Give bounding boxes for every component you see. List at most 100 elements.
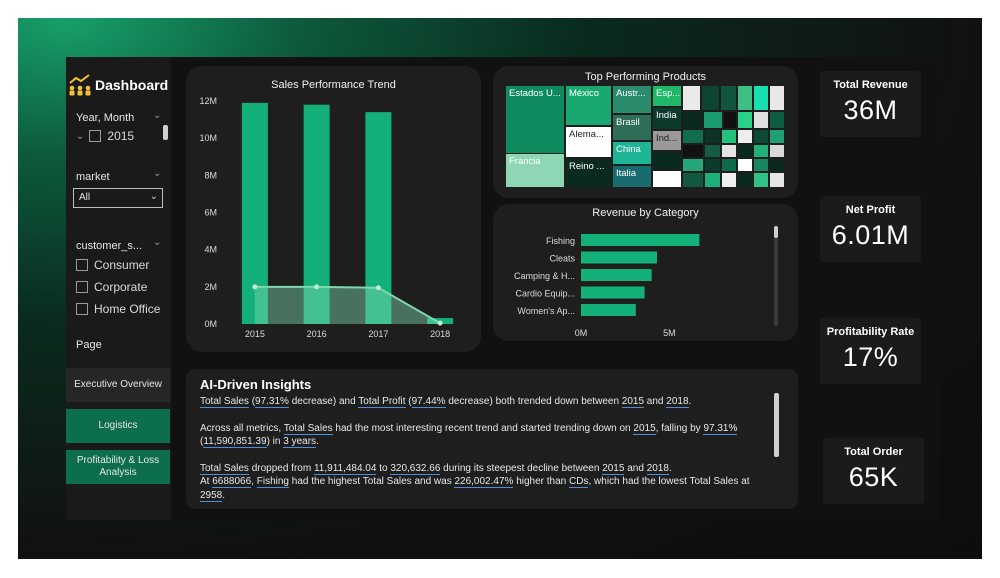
treemap-tile[interactable] bbox=[737, 158, 753, 172]
treemap-tile[interactable] bbox=[737, 172, 753, 188]
segment-option-consumer[interactable]: Consumer bbox=[76, 258, 149, 272]
treemap-tile[interactable] bbox=[652, 151, 682, 170]
treemap-tile[interactable] bbox=[682, 129, 704, 144]
treemap-tile[interactable] bbox=[753, 129, 769, 144]
value-link[interactable]: 11,590,851.39 bbox=[203, 436, 267, 448]
treemap-tile[interactable] bbox=[753, 158, 769, 172]
treemap-tile[interactable] bbox=[704, 158, 721, 172]
value-link[interactable]: 2958 bbox=[200, 489, 223, 502]
treemap-tile[interactable] bbox=[720, 85, 737, 111]
treemap-tile[interactable]: Reino ... bbox=[565, 158, 612, 188]
field-link[interactable]: Total Sales bbox=[200, 462, 249, 475]
value-link[interactable]: 320,632.66 bbox=[390, 462, 441, 475]
treemap-tile[interactable]: Brasil bbox=[612, 114, 652, 141]
treemap-tile[interactable] bbox=[737, 129, 753, 144]
treemap-tile[interactable] bbox=[769, 158, 785, 172]
value-link[interactable]: 2015 bbox=[602, 462, 625, 475]
treemap-tile[interactable]: Austr... bbox=[612, 85, 652, 114]
treemap-tile[interactable]: Esp... bbox=[652, 85, 682, 107]
treemap-tile[interactable] bbox=[721, 172, 737, 188]
value-link[interactable]: 2015 bbox=[633, 422, 656, 435]
treemap-tile[interactable] bbox=[721, 158, 737, 172]
treemap-tile[interactable] bbox=[723, 111, 737, 129]
treemap-tile[interactable]: India bbox=[652, 107, 682, 130]
chevron-down-icon[interactable]: ⌄ bbox=[153, 237, 161, 248]
field-link[interactable]: Total Sales bbox=[283, 422, 333, 435]
treemap-tile[interactable] bbox=[721, 144, 737, 158]
treemap-tile[interactable] bbox=[682, 172, 704, 188]
value-link[interactable]: 11,911,484.04 bbox=[313, 462, 377, 475]
value-link[interactable]: Fishing bbox=[256, 476, 289, 488]
treemap-tile[interactable]: Francia bbox=[505, 153, 565, 188]
dashboard-logo: Dashboard bbox=[66, 73, 171, 97]
treemap-tile[interactable] bbox=[682, 158, 704, 172]
checkbox[interactable] bbox=[76, 303, 88, 315]
value-link[interactable]: 97.44% bbox=[411, 396, 446, 408]
treemap-tile[interactable] bbox=[652, 170, 682, 188]
value-link[interactable]: 3 years bbox=[283, 436, 317, 448]
year-slicer-item[interactable]: ⌄ 2015 bbox=[76, 129, 134, 143]
chart-scrollbar-thumb[interactable] bbox=[774, 226, 778, 238]
treemap-tile[interactable] bbox=[753, 144, 769, 158]
treemap-tile[interactable]: México bbox=[565, 85, 612, 126]
category-bar bbox=[581, 234, 700, 246]
treemap-tile[interactable] bbox=[737, 111, 753, 129]
treemap-tile[interactable] bbox=[753, 111, 769, 129]
treemap-tile[interactable] bbox=[769, 111, 785, 129]
value-link[interactable]: 2018 bbox=[646, 462, 669, 475]
treemap-tile[interactable] bbox=[701, 85, 720, 111]
treemap-tile[interactable] bbox=[682, 144, 704, 158]
value-link[interactable]: CDs bbox=[569, 476, 589, 488]
revenue-category-card: Revenue by Category Fishing Cleats Camping… bbox=[493, 204, 798, 341]
value-link[interactable]: 2018 bbox=[666, 396, 689, 408]
treemap-tile[interactable] bbox=[769, 85, 785, 111]
treemap-tile[interactable] bbox=[753, 172, 769, 188]
treemap-tile[interactable] bbox=[704, 129, 721, 144]
treemap-tile[interactable] bbox=[769, 129, 785, 144]
area-point bbox=[314, 284, 320, 290]
value-link[interactable]: 97.31% bbox=[255, 396, 289, 408]
treemap-tile[interactable] bbox=[682, 85, 701, 111]
nav-logistics[interactable]: Logistics bbox=[66, 409, 170, 443]
treemap-tile[interactable] bbox=[753, 85, 769, 111]
value-link[interactable]: 97.31% bbox=[703, 422, 738, 435]
insight-paragraph: Across all metrics, Total Sales had the … bbox=[200, 422, 770, 449]
treemap-tile[interactable] bbox=[682, 111, 703, 129]
treemap-tile[interactable]: Ind... bbox=[652, 130, 682, 151]
value-link[interactable]: 2015 bbox=[621, 396, 645, 408]
field-link[interactable]: Total Sales bbox=[200, 396, 249, 408]
checkbox[interactable] bbox=[76, 281, 88, 293]
treemap-tile[interactable] bbox=[737, 85, 753, 111]
treemap-tile[interactable] bbox=[721, 129, 737, 144]
area-point bbox=[437, 320, 443, 326]
insight-paragraph: Total Sales dropped from 11,911,484.04 t… bbox=[200, 462, 770, 476]
treemap-tile[interactable] bbox=[737, 144, 753, 158]
nav-profitability-loss[interactable]: Profitability & Loss Analysis bbox=[66, 450, 170, 484]
category-label: Cardio Equip... bbox=[515, 289, 575, 299]
treemap-tile[interactable]: China bbox=[612, 141, 652, 165]
segment-option-corporate[interactable]: Corporate bbox=[76, 280, 147, 294]
chevron-down-icon[interactable]: ⌄ bbox=[153, 168, 161, 179]
treemap-tile[interactable] bbox=[769, 172, 785, 188]
field-link[interactable]: Total Profit bbox=[358, 396, 406, 408]
checkbox[interactable] bbox=[76, 259, 88, 271]
treemap-tile[interactable] bbox=[703, 111, 723, 129]
insights-scrollbar[interactable] bbox=[774, 393, 779, 457]
segment-option-home-office[interactable]: Home Office bbox=[76, 302, 160, 316]
chevron-down-icon[interactable]: ⌄ bbox=[153, 110, 161, 121]
treemap-tile[interactable]: Alema... bbox=[565, 126, 612, 158]
expand-chevron-icon[interactable]: ⌄ bbox=[76, 131, 84, 142]
y-tick-label: 2M bbox=[204, 282, 217, 292]
value-link[interactable]: 226,002.47% bbox=[454, 476, 514, 488]
treemap-tile[interactable]: Italia bbox=[612, 165, 652, 188]
treemap-tile[interactable] bbox=[704, 144, 721, 158]
market-dropdown[interactable]: All ⌄ bbox=[73, 188, 163, 208]
treemap-tile[interactable] bbox=[704, 172, 721, 188]
treemap-tile[interactable] bbox=[769, 144, 785, 158]
value-link[interactable]: 6688066 bbox=[212, 476, 252, 488]
checkbox[interactable] bbox=[89, 130, 102, 142]
chart-scrollbar-track[interactable] bbox=[774, 226, 778, 326]
nav-executive-overview[interactable]: Executive Overview bbox=[66, 368, 170, 402]
slicer-scrollbar[interactable] bbox=[163, 125, 168, 140]
treemap[interactable]: Estados U... México Austr... Esp... Francia A… bbox=[505, 85, 785, 188]
